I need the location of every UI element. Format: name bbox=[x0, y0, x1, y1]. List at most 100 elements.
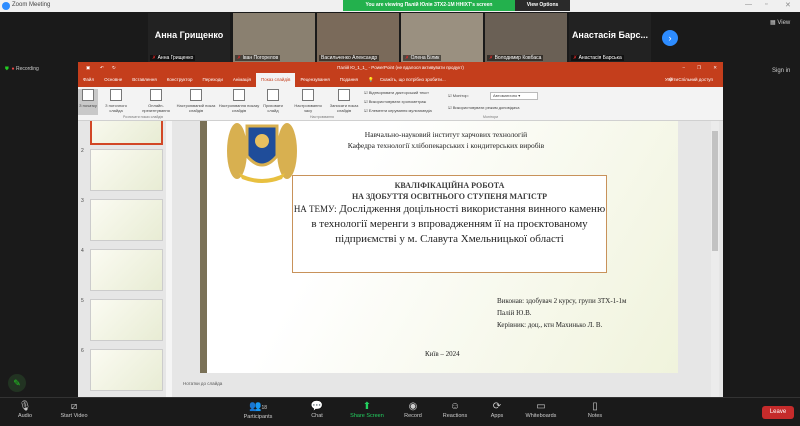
custom-show-icon bbox=[190, 89, 202, 101]
tab-file[interactable]: Файл bbox=[78, 73, 99, 87]
online-present-icon bbox=[150, 89, 162, 101]
slide-thumbnail[interactable] bbox=[90, 249, 163, 291]
tab-design[interactable]: Конструктор bbox=[162, 73, 198, 87]
from-beginning-button[interactable]: З початку bbox=[78, 89, 98, 115]
toolbar-label: Apps bbox=[490, 413, 504, 419]
record-show-button[interactable]: Записати показ слайдів bbox=[326, 89, 362, 113]
mic-muted-icon: ✗ bbox=[573, 55, 578, 61]
share-screen-button[interactable]: ⬆ Share Screen bbox=[345, 401, 389, 419]
use-timings-checkbox[interactable]: Використовувати хронометраж bbox=[364, 99, 427, 104]
rehearse-timings-button[interactable]: Настроювання часу bbox=[290, 89, 326, 113]
toolbar-label: Participants bbox=[243, 414, 273, 420]
presenter-view-checkbox[interactable]: Використовувати режим доповідача bbox=[448, 105, 520, 110]
media-controls-checkbox[interactable]: Елементи керування мультимедіа bbox=[364, 108, 432, 113]
record-icon bbox=[338, 89, 350, 101]
hide-slide-button[interactable]: Приховати слайд bbox=[258, 89, 288, 113]
participant-big-name: Анна Грищенко bbox=[154, 30, 224, 40]
record-button[interactable]: ◉ Record bbox=[393, 401, 433, 419]
slide-thumbnail[interactable] bbox=[90, 149, 163, 191]
notes-button[interactable]: ▯ Notes bbox=[575, 401, 615, 419]
notes-pane[interactable]: Нотатки до слайда bbox=[183, 381, 222, 386]
video-tile[interactable]: ✗ Іван Погорелов bbox=[233, 13, 315, 62]
slide-thumbnail[interactable] bbox=[90, 349, 163, 391]
toolbar-label: Notes bbox=[587, 413, 603, 419]
slide-thumbnail[interactable] bbox=[90, 199, 163, 241]
tell-me-input[interactable]: 💡 Скажіть, що потрібно зробити... bbox=[363, 73, 456, 87]
mic-muted-icon: ✗ bbox=[237, 55, 242, 61]
button-label: Приховати слайд bbox=[263, 103, 283, 113]
slide-thumbnails-pane[interactable]: 2 3 4 5 6 bbox=[78, 121, 173, 397]
chat-button[interactable]: 💬 Chat bbox=[297, 401, 337, 419]
ppt-restore-icon[interactable]: ❐ bbox=[697, 62, 701, 73]
grid-icon: ▦ bbox=[770, 20, 776, 26]
participant-big-name: Анастасія Барс... bbox=[571, 30, 649, 40]
custom-show-button[interactable]: Настроюваний показ слайдів bbox=[176, 89, 216, 113]
group-label: Розпочати показ слайдів bbox=[123, 115, 163, 119]
tab-insert[interactable]: Вставлення bbox=[127, 73, 162, 87]
tab-animations[interactable]: Анімація bbox=[228, 73, 256, 87]
record-icon: ◉ bbox=[408, 401, 418, 412]
tell-me-placeholder: Скажіть, що потрібно зробити... bbox=[379, 77, 446, 82]
video-tile[interactable]: Анастасія Барс... ✗ Анастасія Барська bbox=[569, 13, 651, 62]
slide-number: 4 bbox=[81, 248, 84, 254]
toolbar-label: Start Video bbox=[60, 413, 88, 419]
minimize-button[interactable]: — bbox=[745, 1, 752, 8]
slide-number: 2 bbox=[81, 148, 84, 154]
annotate-pencil-icon[interactable]: ✎ bbox=[8, 374, 26, 392]
slide-canvas[interactable]: Навчально-науковий інститут харчових тех… bbox=[200, 121, 678, 373]
ppt-title: Палій Ю_1_1_ - PowerPoint (не вдалося ак… bbox=[337, 65, 464, 70]
thumbnails-scrollbar[interactable] bbox=[166, 121, 172, 397]
whiteboards-button[interactable]: ▭ Whiteboards bbox=[517, 401, 565, 419]
department-text: Кафедра технології хлібопекарських і кон… bbox=[347, 141, 545, 150]
view-options-button[interactable]: View Options bbox=[515, 0, 570, 11]
video-tile[interactable]: ✗ Олена Білик bbox=[401, 13, 483, 62]
tab-transitions[interactable]: Переходи bbox=[197, 73, 227, 87]
video-tile[interactable]: ✗ Володимир Ковбаса bbox=[485, 13, 567, 62]
present-online-button[interactable]: Онлайн-презентування bbox=[136, 89, 176, 113]
slide-thumbnail[interactable] bbox=[90, 121, 163, 145]
apps-button[interactable]: ⟳ Apps bbox=[477, 401, 517, 419]
ppt-close-icon[interactable]: ✕ bbox=[713, 62, 717, 73]
slide-number: 3 bbox=[81, 198, 84, 204]
from-current-button[interactable]: З поточного слайда bbox=[98, 89, 134, 113]
participants-count: 18 bbox=[261, 405, 267, 411]
tab-slideshow[interactable]: Показ слайдів bbox=[255, 73, 296, 87]
toolbar-label: Whiteboards bbox=[525, 413, 557, 419]
participant-name: Васильченко Александр bbox=[321, 55, 378, 61]
setup-show-button[interactable]: Настроювання показу слайдів bbox=[218, 89, 260, 113]
tab-view[interactable]: Подання bbox=[335, 73, 363, 87]
group-label: Монітори bbox=[483, 115, 499, 119]
audio-button[interactable]: 🎙 Audio bbox=[5, 401, 45, 419]
view-button[interactable]: ▦ View bbox=[770, 19, 790, 26]
start-video-button[interactable]: ⧄ Start Video bbox=[52, 401, 96, 419]
whiteboard-icon: ▭ bbox=[536, 401, 546, 412]
mic-muted-icon: ✗ bbox=[489, 55, 494, 61]
title-box[interactable]: КВАЛІФІКАЦІЙНА РОБОТА НА ЗДОБУТТЯ ОСВІТН… bbox=[292, 175, 607, 273]
ribbon: З початку З поточного слайда Онлайн-през… bbox=[78, 87, 723, 121]
video-tile[interactable]: Анна Грищенко ✗ Анна Грищенко bbox=[148, 13, 230, 62]
sign-in-button[interactable]: Sign in bbox=[772, 68, 790, 74]
play-narrations-checkbox[interactable]: Відтворювати дикторський текст bbox=[364, 90, 429, 95]
maximize-button[interactable]: ▫ bbox=[765, 1, 767, 8]
next-page-button[interactable]: › bbox=[662, 30, 678, 46]
timer-icon bbox=[302, 89, 314, 101]
button-label: З поточного слайда bbox=[105, 103, 127, 113]
participants-button[interactable]: 👥18 Participants bbox=[235, 401, 281, 420]
close-button[interactable]: ✕ bbox=[785, 1, 791, 9]
video-tile[interactable]: Васильченко Александр bbox=[317, 13, 399, 62]
institute-text: Навчально-науковий інститут харчових тех… bbox=[364, 130, 528, 139]
tab-review[interactable]: Рецензування bbox=[295, 73, 334, 87]
monitor-label: Монітор: bbox=[448, 93, 469, 98]
slide-scrollbar[interactable] bbox=[711, 121, 719, 397]
reactions-button[interactable]: ☺ Reactions bbox=[435, 401, 475, 419]
smiley-icon: ☺ bbox=[449, 401, 461, 412]
tab-home[interactable]: Основне bbox=[99, 73, 127, 87]
monitor-select[interactable]: Автоматично ▾ bbox=[490, 92, 538, 100]
toolbar-label: Record bbox=[404, 413, 422, 419]
ppt-minimize-icon[interactable]: – bbox=[682, 62, 685, 73]
share-button[interactable]: ⚲ Спільний доступ bbox=[664, 73, 723, 87]
leave-button[interactable]: Leave bbox=[762, 406, 794, 419]
slide-thumbnail[interactable] bbox=[90, 299, 163, 341]
button-label: Настроювання показу слайдів bbox=[218, 103, 260, 113]
window-title: Zoom Meeting bbox=[12, 2, 51, 8]
